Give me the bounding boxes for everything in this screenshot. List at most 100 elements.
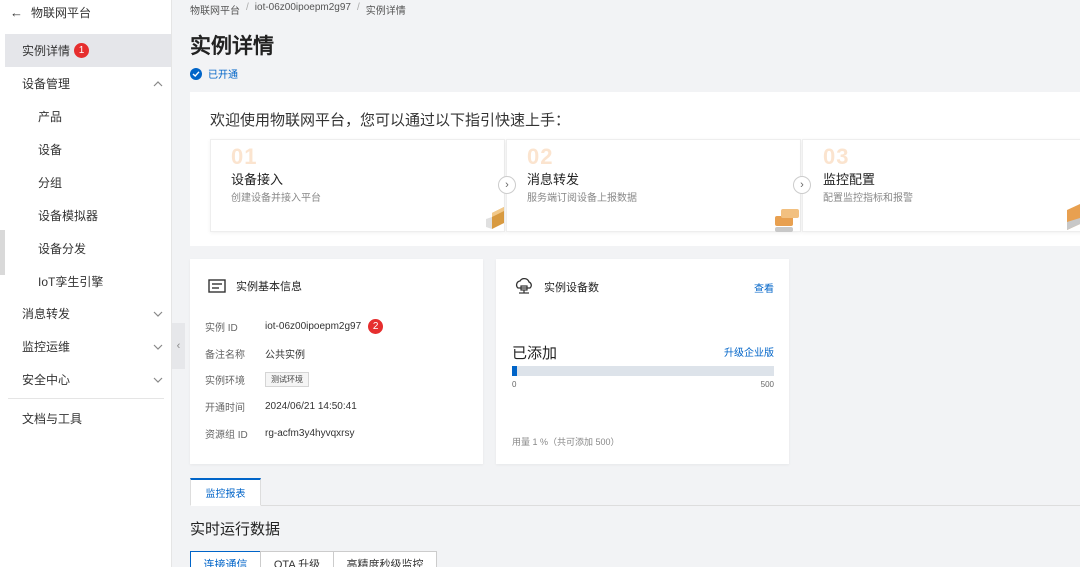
step-name: 监控配置 (823, 172, 876, 187)
guide-step-message-forwarding[interactable]: 02 消息转发 服务端订阅设备上报数据 (506, 139, 801, 232)
sidebar-item-device-simulator[interactable]: 设备模拟器 (0, 199, 171, 232)
document-icon (208, 279, 226, 293)
environment-tag: 测试环境 (265, 372, 309, 387)
card-title: 实例基本信息 (236, 281, 302, 293)
step-name: 消息转发 (527, 172, 580, 187)
breadcrumb: 物联网平台 / iot-06z00ipoepm2g97 / 实例详情 (190, 2, 406, 17)
sidebar-item-label: 设备模拟器 (38, 209, 99, 223)
cloud-device-icon (515, 278, 532, 294)
added-label: 已添加 (512, 345, 558, 362)
card-header: 实例基本信息 (208, 278, 302, 294)
sidebar-item-label: 分组 (38, 176, 63, 190)
sidebar-item-label: IoT孪生引擎 (38, 275, 104, 289)
breadcrumb-separator: / (246, 2, 249, 13)
progress-fill (512, 366, 518, 376)
sidebar-item-label: 实例详情 (22, 44, 71, 58)
sidebar-item-label: 安全中心 (22, 373, 71, 387)
sidebar-item-message-forwarding[interactable]: 消息转发 (0, 297, 171, 330)
info-row-created-time: 开通时间 2024/06/21 14:50:41 (205, 399, 357, 414)
realtime-subtabs: 连接通信 OTA 升级 高精度秒级监控 (190, 551, 437, 567)
subtab-ota-upgrade[interactable]: OTA 升级 (260, 551, 334, 567)
breadcrumb-item-current: 实例详情 (365, 6, 406, 17)
guide-step-device-access[interactable]: 01 设备接入 创建设备并接入平台 (210, 139, 505, 232)
chevron-right-icon: › (498, 176, 516, 194)
sidebar-item-label: 文档与工具 (22, 412, 83, 426)
chevron-down-icon (153, 344, 163, 350)
progress-max: 500 (760, 380, 774, 389)
back-label: 物联网平台 (31, 5, 92, 20)
upgrade-enterprise-link[interactable]: 升级企业版 (724, 344, 774, 359)
report-tab-bar: 监控报表 (190, 478, 1080, 506)
step-number: 01 (231, 144, 258, 169)
info-key: 备注名称 (205, 350, 245, 361)
monitor-illustration-icon (1067, 204, 1080, 230)
sidebar-divider (8, 398, 164, 399)
sidebar-item-products[interactable]: 产品 (0, 100, 171, 133)
scroll-indicator (0, 230, 5, 275)
box-illustration-icon (486, 207, 504, 229)
info-value: rg-acfm3y4hyvqxrsy (265, 428, 355, 439)
sidebar-item-devices[interactable]: 设备 (0, 133, 171, 166)
step-description: 服务端订阅设备上报数据 (527, 193, 637, 204)
usage-text: 用量 1 %（共可添加 500） (512, 437, 620, 447)
info-key: 开通时间 (205, 403, 245, 414)
sidebar-item-groups[interactable]: 分组 (0, 166, 171, 199)
info-row-environment: 实例环境 测试环境 (205, 372, 309, 387)
info-value: 公共实例 (265, 350, 305, 361)
status-text: 已开通 (208, 70, 238, 81)
sidebar-item-label: 监控运维 (22, 340, 71, 354)
info-row-resource-group: 资源组 ID rg-acfm3y4hyvqxrsy (205, 426, 354, 441)
guide-step-monitoring[interactable]: 03 监控配置 配置监控指标和报警 (802, 139, 1080, 232)
info-value: 2024/06/21 14:50:41 (265, 401, 357, 412)
breadcrumb-item[interactable]: 物联网平台 (190, 2, 240, 17)
subtab-connection[interactable]: 连接通信 (190, 551, 261, 567)
sidebar-item-label: 设备管理 (22, 77, 71, 91)
info-row-instance-id: 实例 ID iot-06z00ipoepm2g97 2 (205, 319, 384, 334)
card-header: 实例设备数 (514, 278, 599, 296)
sidebar-item-device-distribution[interactable]: 设备分发 (0, 232, 171, 265)
sidebar-item-instance-details[interactable]: 实例详情 1 (5, 34, 171, 67)
subtab-high-precision-monitoring[interactable]: 高精度秒级监控 (333, 551, 437, 567)
step-number: 02 (527, 144, 554, 169)
chevron-down-icon (153, 377, 163, 383)
sidebar-item-label: 设备 (38, 143, 63, 157)
tab-monitor-report[interactable]: 监控报表 (190, 478, 261, 506)
page-title: 实例详情 (190, 35, 274, 58)
card-title: 实例设备数 (544, 282, 599, 294)
check-circle-icon (190, 67, 202, 80)
info-key: 资源组 ID (205, 430, 248, 441)
breadcrumb-item[interactable]: iot-06z00ipoepm2g97 (255, 2, 351, 17)
sidebar-collapse-handle[interactable]: ‹ (172, 323, 185, 369)
sidebar-item-docs-tools[interactable]: 文档与工具 (0, 402, 171, 435)
info-value: iot-06z00ipoepm2g97 (265, 321, 362, 332)
status-badge: 已开通 (190, 66, 238, 81)
chevron-down-icon (153, 311, 163, 317)
notification-badge: 1 (74, 43, 90, 58)
realtime-data-title: 实时运行数据 (190, 521, 281, 538)
breadcrumb-separator: / (356, 2, 360, 13)
sidebar-item-security-center[interactable]: 安全中心 (0, 363, 171, 396)
back-to-platform-link[interactable]: ← 物联网平台 (10, 0, 91, 24)
sidebar-item-iot-twin-engine[interactable]: IoT孪生引擎 (0, 265, 171, 298)
info-key: 实例环境 (205, 376, 245, 387)
chevron-up-icon (153, 80, 163, 86)
sidebar: ← 物联网平台 实例详情 1 设备管理 产品 设备 分组 设备模拟器 设备分发 … (0, 0, 172, 567)
sidebar-item-device-management[interactable]: 设备管理 (0, 67, 171, 100)
instance-basic-info-card: 实例基本信息 实例 ID iot-06z00ipoepm2g97 2 备注名称 … (190, 259, 483, 464)
instance-device-count-card: 实例设备数 查看 已添加 升级企业版 0 500 用量 1 %（共可添加 500… (496, 259, 789, 464)
arrow-left-icon: ← (10, 4, 23, 20)
chevron-right-icon: › (793, 176, 811, 194)
chevron-left-icon: ‹ (176, 340, 181, 352)
step-name: 设备接入 (231, 172, 284, 187)
message-illustration-icon (775, 209, 799, 232)
device-usage-progress-bar (512, 366, 774, 376)
notification-badge: 2 (368, 319, 384, 334)
step-description: 配置监控指标和报警 (823, 193, 913, 204)
guide-title: 欢迎使用物联网平台，您可以通过以下指引快速上手： (210, 112, 571, 129)
sidebar-item-label: 设备分发 (38, 242, 87, 256)
step-number: 03 (823, 144, 850, 169)
view-link[interactable]: 查看 (754, 280, 774, 295)
sidebar-item-label: 产品 (38, 110, 63, 124)
step-description: 创建设备并接入平台 (231, 193, 321, 204)
sidebar-item-monitoring[interactable]: 监控运维 (0, 330, 171, 363)
